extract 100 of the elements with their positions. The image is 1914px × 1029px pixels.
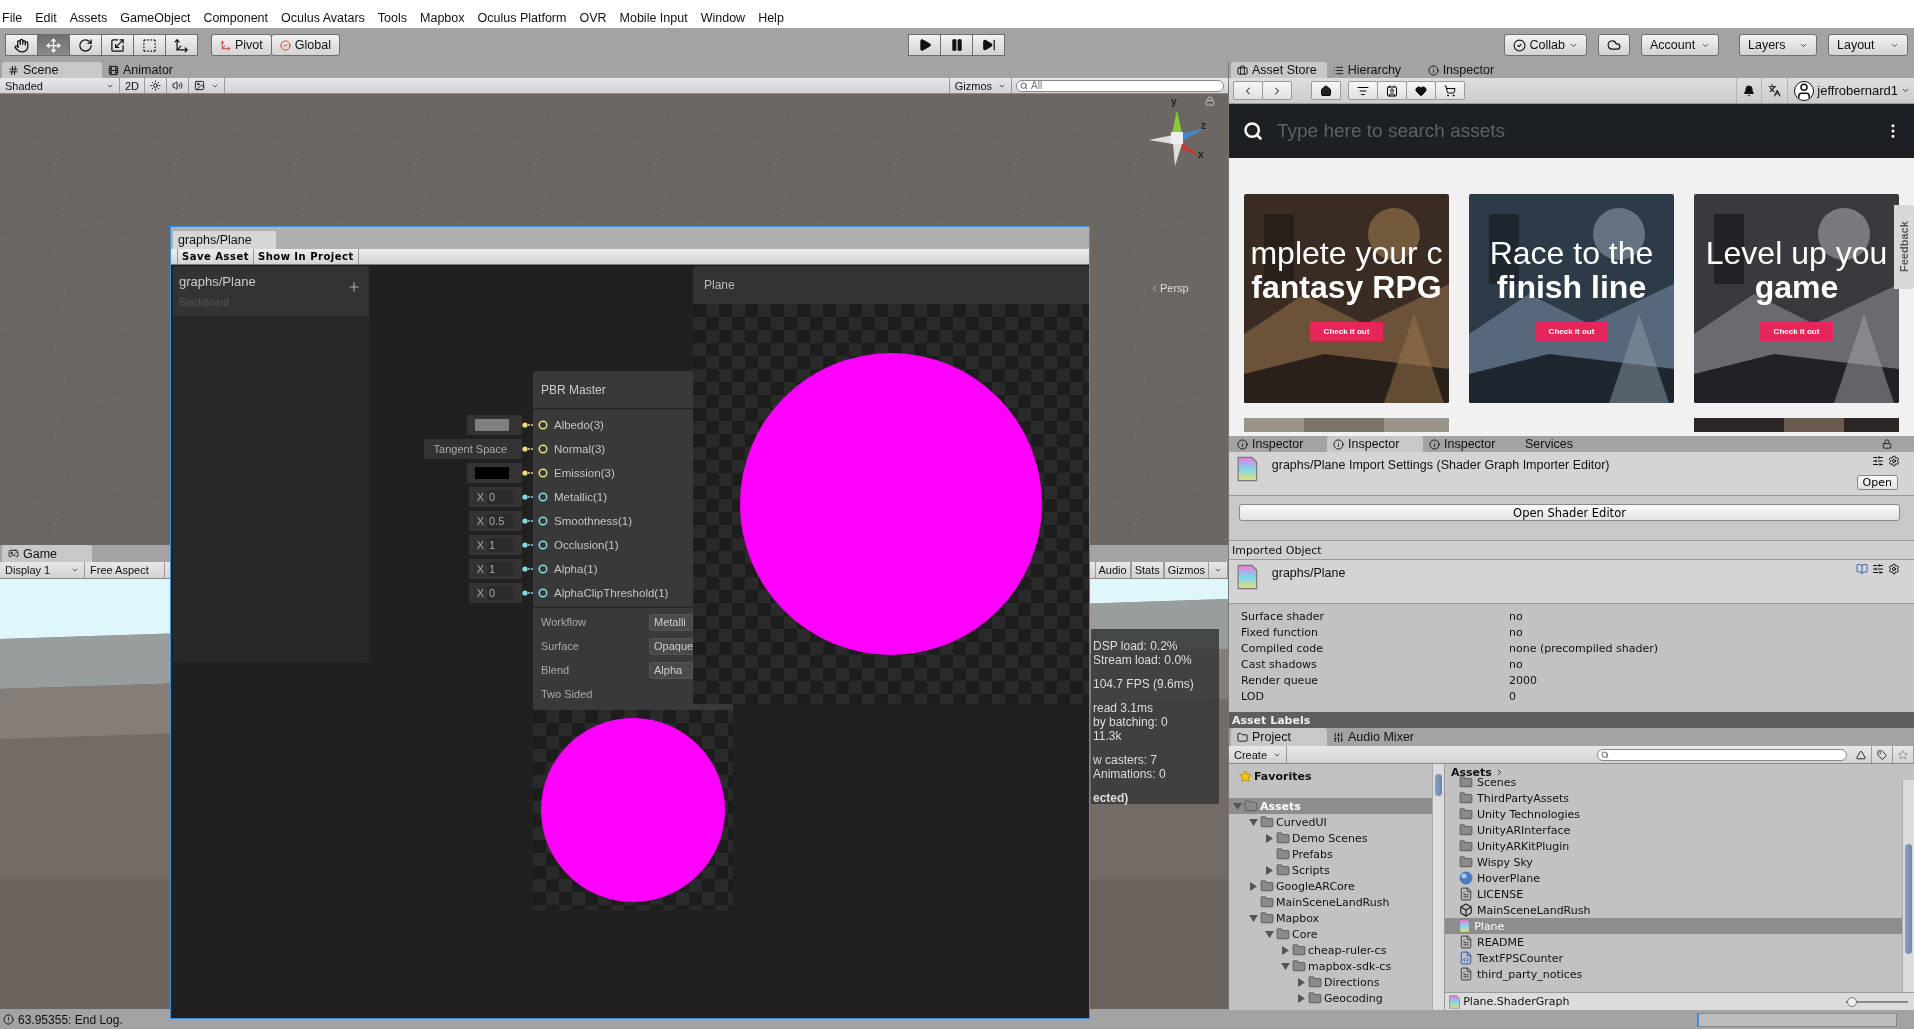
color-field[interactable] [467,463,522,483]
presets-icon[interactable] [1872,563,1884,575]
menu-item[interactable]: GameObject [118,11,198,25]
feedback-tab[interactable]: Feedback [1894,205,1914,289]
tool-button[interactable] [69,34,102,56]
filter-button[interactable] [1348,81,1378,100]
panel-tab[interactable]: Inspector [1421,62,1517,78]
asset-item[interactable]: UnityARInterface [1445,822,1902,838]
aspect-dropdown[interactable]: Free Aspect [85,562,165,578]
caret-icon[interactable] [1901,86,1910,95]
window-tab[interactable]: graphs/Plane [173,231,276,249]
check-it-out-button[interactable]: Check it out [1759,322,1834,341]
menu-item[interactable]: Help [756,11,791,25]
presets-icon[interactable] [1872,455,1884,467]
tree-item[interactable]: Prefabs [1229,846,1432,862]
username[interactable]: jeffrobernard1 [1817,83,1898,98]
layout-dropdown[interactable]: Layout [1828,34,1908,56]
step-button[interactable] [972,34,1005,56]
zoom-slider[interactable] [1846,995,1908,1008]
play-button[interactable] [908,34,941,56]
search-bar[interactable]: Type here to search assets [1229,104,1914,158]
port-icon[interactable] [538,492,548,502]
collapsed-arrow-icon[interactable] [1249,881,1258,891]
panel-tab[interactable]: Scene [2,62,102,78]
search-field[interactable]: All [1016,79,1224,92]
notifications-icon[interactable] [1743,84,1756,97]
collapsed-arrow-icon[interactable] [1265,833,1274,843]
menu-item[interactable]: File [0,11,30,25]
lock-icon[interactable] [1205,96,1215,106]
layers-dropdown[interactable]: Layers [1739,34,1817,56]
my-assets-button[interactable] [1377,81,1407,100]
tool-button[interactable] [5,34,38,56]
tree-item[interactable]: Scripts [1229,862,1432,878]
breadcrumb[interactable]: Assets [1451,765,1492,779]
tool-button[interactable] [165,34,198,56]
account-dropdown[interactable]: Account [1641,34,1719,56]
port-icon[interactable] [538,420,548,430]
asset-item[interactable]: Unity Technologies [1445,806,1902,822]
create-dropdown[interactable]: Create [1229,746,1288,763]
menu-item[interactable]: Oculus Avatars [279,11,372,25]
panel-tab[interactable]: Inspector [1423,436,1519,452]
number-field[interactable]: X 0 [468,487,522,507]
port-icon[interactable] [538,444,548,454]
gizmos-dropdown[interactable]: Gizmos [948,78,1012,93]
panel-tab[interactable]: Game [2,545,92,562]
collab-dropdown[interactable]: Collab [1503,34,1587,56]
setting-dropdown[interactable]: Metalli [649,613,693,631]
port-icon[interactable] [538,516,548,526]
collapsed-arrow-icon[interactable] [1281,945,1290,955]
tree-item[interactable]: CurvedUI [1229,814,1432,830]
panel-tab[interactable]: Project [1231,728,1327,746]
shading-dropdown[interactable]: Shaded [0,78,120,93]
language-icon[interactable] [1768,84,1782,97]
check-it-out-button[interactable]: Check it out [1534,322,1609,341]
asset-item[interactable]: LICENSE [1445,886,1902,902]
asset-item[interactable]: MainSceneLandRush [1445,902,1902,918]
menu-item[interactable]: Assets [67,11,115,25]
game-toolbar-button[interactable]: Stats [1130,562,1164,578]
menu-item[interactable]: Window [698,11,753,25]
panel-tab[interactable]: Services [1519,436,1615,452]
menu-item[interactable]: OVR [577,11,614,25]
pause-button[interactable] [940,34,973,56]
back-button[interactable] [1233,81,1263,100]
asset-labels-bar[interactable]: Asset Labels [1229,712,1914,728]
panel-tab[interactable]: Inspector [1231,436,1327,452]
setting-dropdown[interactable]: Alpha [649,661,693,679]
port-icon[interactable] [538,588,548,598]
game-toolbar-button[interactable]: Gizmos [1163,562,1209,578]
forward-button[interactable] [1262,81,1292,100]
number-field[interactable]: X 0.5 [468,511,522,531]
search-field[interactable] [1597,748,1847,761]
status-message[interactable]: 63.95355: End Log. [18,1012,123,1027]
panel-tab[interactable]: Asset Store [1231,62,1327,78]
cloud-button[interactable] [1598,34,1630,56]
asset-item[interactable]: Wispy Sky [1445,854,1902,870]
asset-search-field[interactable]: Type here to search assets [1275,119,1872,143]
collapsed-arrow-icon[interactable] [1265,865,1274,875]
port-icon[interactable] [538,468,548,478]
tree-item[interactable]: Geocoding [1229,990,1432,1006]
home-button[interactable] [1311,81,1341,100]
space-dropdown[interactable]: Tangent Space [423,439,522,459]
menu-item[interactable]: Component [201,11,275,25]
scrollbar[interactable] [1432,764,1444,1010]
tree-item[interactable]: Directions [1229,974,1432,990]
projection-label[interactable]: Persp [1160,282,1189,294]
display-dropdown[interactable]: Display 1 [0,562,85,578]
tree-item[interactable]: mapbox-sdk-cs [1229,958,1432,974]
expanded-arrow-icon[interactable] [1265,929,1274,939]
menu-item[interactable]: Edit [33,11,64,25]
tree-item[interactable]: MainSceneLandRush [1229,894,1432,910]
asset-item[interactable]: UnityARKitPlugin [1445,838,1902,854]
wishlist-button[interactable] [1406,81,1436,100]
panel-tab[interactable]: Hierarchy [1326,62,1422,78]
tree-item[interactable]: Demo Scenes [1229,830,1432,846]
favorites-item[interactable]: Favorites [1229,768,1432,784]
global-button[interactable]: Global [270,34,340,56]
menu-item[interactable]: Mobile Input [617,11,695,25]
number-field[interactable]: X 0 [468,583,522,603]
mode-2d-button[interactable]: 2D [120,78,146,93]
tree-item[interactable]: Mapbox [1229,910,1432,926]
